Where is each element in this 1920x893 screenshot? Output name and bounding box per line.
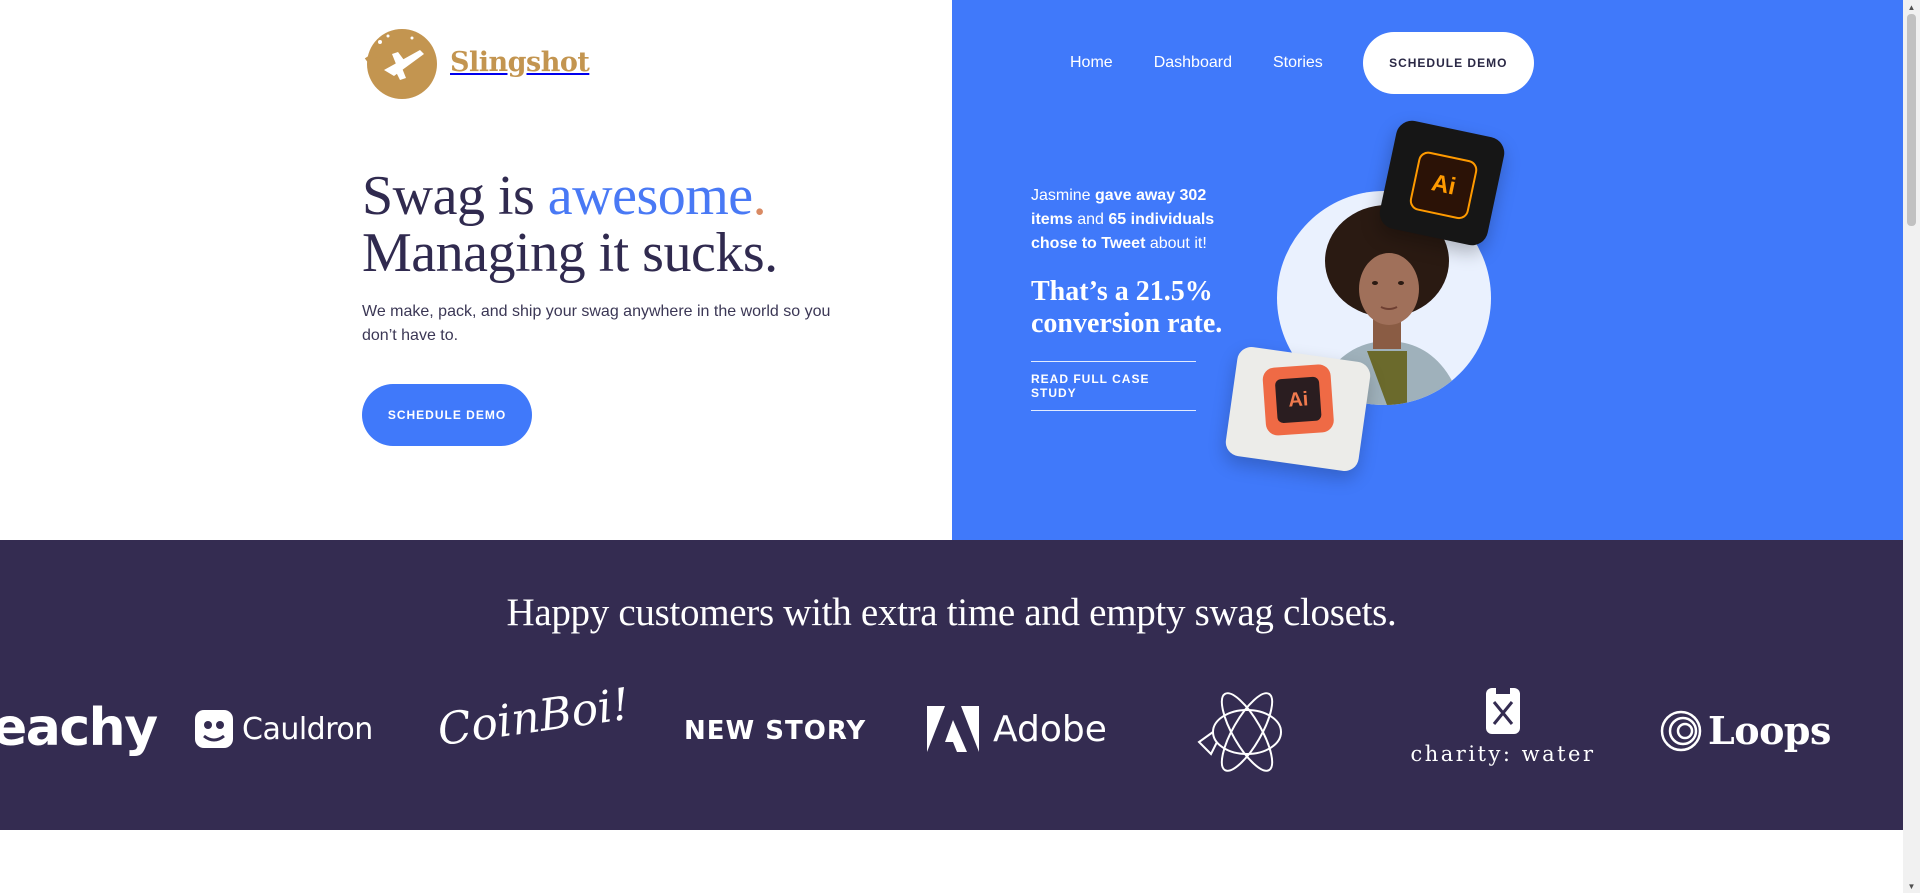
illustrator-icon: Ai	[1407, 149, 1480, 221]
illustrator-tile: Ai	[1376, 117, 1508, 249]
blimp-logo-icon	[1197, 692, 1282, 772]
nav-schedule-demo-button[interactable]: SCHEDULE DEMO	[1362, 32, 1534, 94]
scroll-down-icon[interactable]: ▼	[1903, 879, 1920, 893]
stat-line1: That’s a 21.5%	[1031, 276, 1213, 307]
scroll-up-icon[interactable]: ▲	[1903, 0, 1920, 14]
peachy-wordmark: eachy	[0, 698, 158, 758]
loops-wordmark: Loops	[1708, 708, 1831, 753]
pillow-icon: Ai	[1261, 363, 1335, 437]
case-study-text: Jasmine gave away 302 items and 65 indiv…	[1031, 184, 1246, 256]
newstory-logo: NEW STORY	[684, 716, 866, 746]
customer-logo-row: eachy Cauldron CoinBoi! NEW STORY Adobe	[0, 679, 1903, 790]
cauldron-logo: Cauldron	[195, 710, 373, 748]
case-text-5: about it!	[1145, 235, 1207, 252]
coinboi-logo: CoinBoi!	[434, 679, 632, 756]
hero-headline: Swag is awesome. Managing it sucks.	[362, 168, 778, 282]
charity-water-wordmark: charity: water	[1410, 742, 1596, 766]
headline-dot: .	[752, 165, 767, 227]
slingshot-logo-icon	[364, 29, 437, 99]
case-text-3: and	[1072, 211, 1109, 228]
customers-title: Happy customers with extra time and empt…	[506, 591, 1397, 634]
pillow-label: Ai	[1274, 376, 1322, 424]
site-logo[interactable]: Slingshot	[362, 24, 590, 100]
main-nav: Home Dashboard Stories SCHEDULE DEMO	[1070, 32, 1534, 94]
nav-stories[interactable]: Stories	[1273, 54, 1323, 72]
headline-line2: Managing it sucks.	[362, 222, 778, 284]
charity-water-logo: charity: water	[1411, 686, 1593, 766]
adobe-wordmark: Adobe	[993, 708, 1107, 750]
hero-schedule-demo-button[interactable]: SCHEDULE DEMO	[362, 384, 532, 446]
jerrycan-icon	[1486, 686, 1520, 734]
hero-subcopy: We make, pack, and ship your swag anywhe…	[362, 303, 831, 344]
illustrator-pillow-tile: Ai	[1223, 345, 1373, 473]
headline-accent: awesome	[547, 165, 753, 227]
loops-rings-icon	[1660, 710, 1702, 751]
nav-dashboard[interactable]: Dashboard	[1154, 54, 1232, 72]
nav-home[interactable]: Home	[1070, 54, 1113, 72]
coinboi-wordmark: CoinBoi!	[434, 678, 633, 757]
read-case-study-link[interactable]: READ FULL CASE STUDY	[1031, 361, 1196, 411]
logo-wordmark: Slingshot	[450, 46, 590, 78]
cauldron-mark-icon	[195, 710, 233, 748]
blimp-logo	[1195, 682, 1291, 782]
adobe-mark-icon	[927, 706, 979, 752]
newstory-wordmark: NEW STORY	[684, 716, 867, 746]
loops-logo: Loops	[1660, 708, 1831, 753]
stat-line2: conversion rate.	[1031, 308, 1223, 339]
peachy-logo: eachy	[0, 698, 158, 758]
page-scrollbar[interactable]: ▲ ▼	[1903, 0, 1920, 893]
adobe-logo: Adobe	[927, 706, 1107, 752]
scrollbar-thumb[interactable]	[1907, 14, 1916, 226]
case-study-stat: That’s a 21.5% conversion rate.	[1031, 276, 1261, 340]
hero-section: Slingshot Swag is awesome. Managing it s…	[0, 0, 1903, 540]
case-text-1: Jasmine	[1031, 187, 1096, 204]
headline-part1: Swag is	[362, 165, 548, 227]
cauldron-wordmark: Cauldron	[242, 711, 373, 747]
